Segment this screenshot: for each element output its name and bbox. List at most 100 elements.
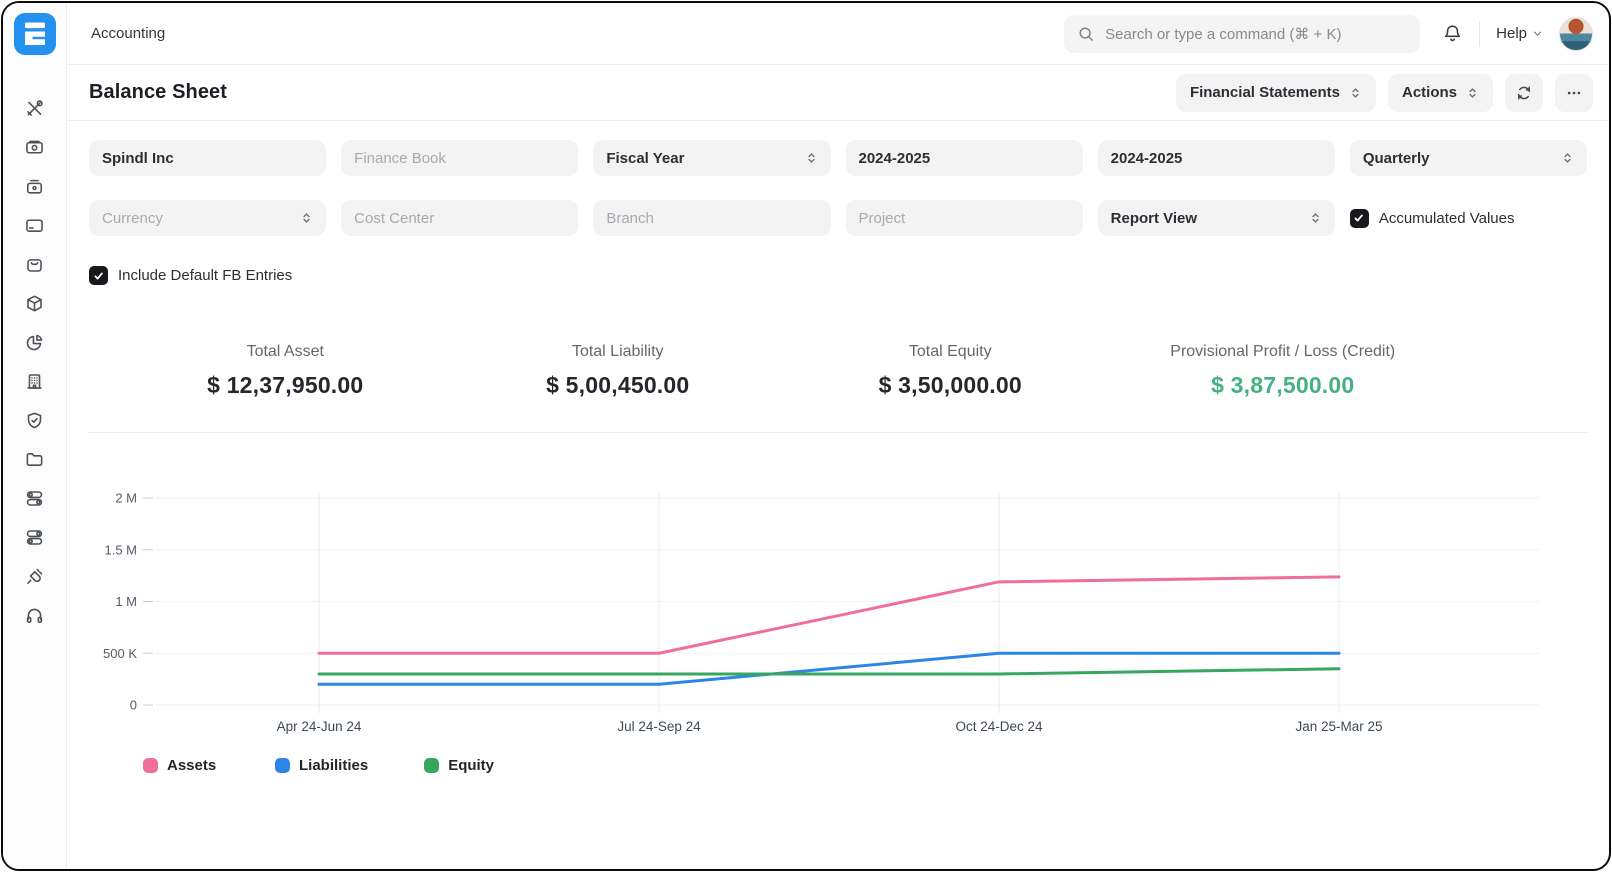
page-title: Balance Sheet [89,81,227,104]
from-fiscal-year-filter[interactable]: 2024-2025 [846,140,1083,176]
chevron-down-icon [1532,28,1543,39]
report-group-label: Financial Statements [1190,84,1340,101]
sidebar-item-cashbox[interactable] [17,175,53,197]
accumulated-values-label: Accumulated Values [1379,210,1515,227]
sidebar-item-tools[interactable] [17,97,53,119]
sidebar-item-cash[interactable] [17,136,53,158]
app-window: Accounting Search or type a command (⌘ +… [1,1,1611,871]
report-view-select[interactable]: Report View [1098,200,1335,236]
sidebar-item-plug[interactable] [17,565,53,587]
sidebar-item-card[interactable] [17,214,53,236]
legend-swatch-icon [275,758,290,773]
actions-menu-button[interactable]: Actions [1388,74,1493,112]
help-menu[interactable]: Help [1496,25,1543,42]
finance-book-filter[interactable]: Finance Book [341,140,578,176]
legend-item-equity[interactable]: Equity [424,757,500,774]
sidebar-icon-list [17,97,53,626]
credit-card-icon [24,215,45,236]
svg-text:Jan 25-Mar 25: Jan 25-Mar 25 [1295,719,1382,734]
svg-text:0: 0 [130,698,137,713]
toggles-icon [24,488,45,509]
chart-legend: Assets Liabilities Equity [143,757,1609,774]
svg-text:1.5 M: 1.5 M [104,542,137,557]
more-options-button[interactable] [1555,74,1593,112]
currency-select[interactable]: Currency [89,200,326,236]
sidebar-item-bag[interactable] [17,253,53,275]
notifications-button[interactable] [1442,23,1463,44]
pie-chart-icon [24,332,45,353]
legend-item-liabilities[interactable]: Liabilities [275,757,368,774]
erpnext-logo-icon [23,21,47,47]
currency-placeholder: Currency [102,210,163,227]
workspace-title: Accounting [91,25,165,42]
total-liability-value: $ 5,00,450.00 [452,372,785,399]
sidebar-item-package[interactable] [17,292,53,314]
sidebar-item-pie-chart[interactable] [17,331,53,353]
topbar: Accounting Search or type a command (⌘ +… [67,3,1609,65]
refresh-icon [1515,84,1533,102]
cash-icon [24,137,45,158]
svg-text:500 K: 500 K [103,646,137,661]
select-updown-icon [1466,86,1479,100]
finance-book-placeholder: Finance Book [354,150,446,167]
search-input[interactable]: Search or type a command (⌘ + K) [1064,15,1420,53]
periodicity-select[interactable]: Quarterly [1350,140,1587,176]
summary-card-total-liability: Total Liability $ 5,00,450.00 [452,343,785,399]
report-group-select[interactable]: Financial Statements [1176,74,1376,112]
period-basis-select[interactable]: Fiscal Year [593,140,830,176]
select-updown-icon [1561,151,1574,165]
legend-label: Assets [167,757,216,774]
plug-icon [24,566,45,587]
shield-check-icon [24,410,45,431]
select-updown-icon [300,211,313,225]
accumulated-values-toggle[interactable]: Accumulated Values [1350,200,1587,236]
summary-row: Total Asset $ 12,37,950.00 Total Liabili… [67,343,1609,399]
project-placeholder: Project [859,210,906,227]
period-basis-value: Fiscal Year [606,150,684,167]
sidebar-item-toggles[interactable] [17,487,53,509]
app-logo[interactable] [14,13,56,55]
sidebar-item-folder[interactable] [17,448,53,470]
tools-icon [24,98,45,119]
main-area: Accounting Search or type a command (⌘ +… [67,3,1609,869]
summary-card-provisional-profit: Provisional Profit / Loss (Credit) $ 3,8… [1117,343,1450,399]
svg-text:2 M: 2 M [115,491,137,506]
svg-text:1 M: 1 M [115,594,137,609]
cashbox-icon [24,176,45,197]
user-avatar[interactable] [1559,17,1593,51]
sidebar-item-toggles-alt[interactable] [17,526,53,548]
branch-placeholder: Branch [606,210,654,227]
to-fiscal-year-value: 2024-2025 [1111,150,1183,167]
shopping-bag-icon [24,254,45,275]
ellipsis-icon [1565,84,1583,102]
cost-center-filter[interactable]: Cost Center [341,200,578,236]
svg-text:Apr 24-Jun 24: Apr 24-Jun 24 [277,719,362,734]
project-filter[interactable]: Project [846,200,1083,236]
help-label: Help [1496,25,1527,42]
line-chart[interactable]: 0500 K1 M1.5 M2 MApr 24-Jun 24Jul 24-Sep… [91,483,1543,737]
total-equity-label: Total Equity [784,343,1117,361]
select-updown-icon [1349,86,1362,100]
sidebar-item-headset[interactable] [17,604,53,626]
include-default-fb-toggle[interactable]: Include Default FB Entries [89,266,1587,285]
legend-item-assets[interactable]: Assets [143,757,219,774]
company-filter[interactable]: Spindl Inc [89,140,326,176]
legend-label: Equity [448,757,494,774]
refresh-button[interactable] [1505,74,1543,112]
to-fiscal-year-filter[interactable]: 2024-2025 [1098,140,1335,176]
include-default-fb-checkbox[interactable] [89,266,108,285]
accumulated-values-checkbox[interactable] [1350,209,1369,228]
search-placeholder: Search or type a command (⌘ + K) [1105,25,1341,43]
sidebar-item-building[interactable] [17,370,53,392]
toggles-alt-icon [24,527,45,548]
actions-label: Actions [1402,84,1457,101]
filter-bar: Spindl Inc Finance Book Fiscal Year 2024… [67,121,1609,236]
check-icon [93,270,105,282]
folder-icon [24,449,45,470]
provisional-profit-label: Provisional Profit / Loss (Credit) [1117,343,1450,361]
search-icon [1077,25,1095,43]
branch-filter[interactable]: Branch [593,200,830,236]
include-default-fb-row: Include Default FB Entries [67,236,1609,285]
sidebar-item-shield-check[interactable] [17,409,53,431]
company-value: Spindl Inc [102,150,174,167]
